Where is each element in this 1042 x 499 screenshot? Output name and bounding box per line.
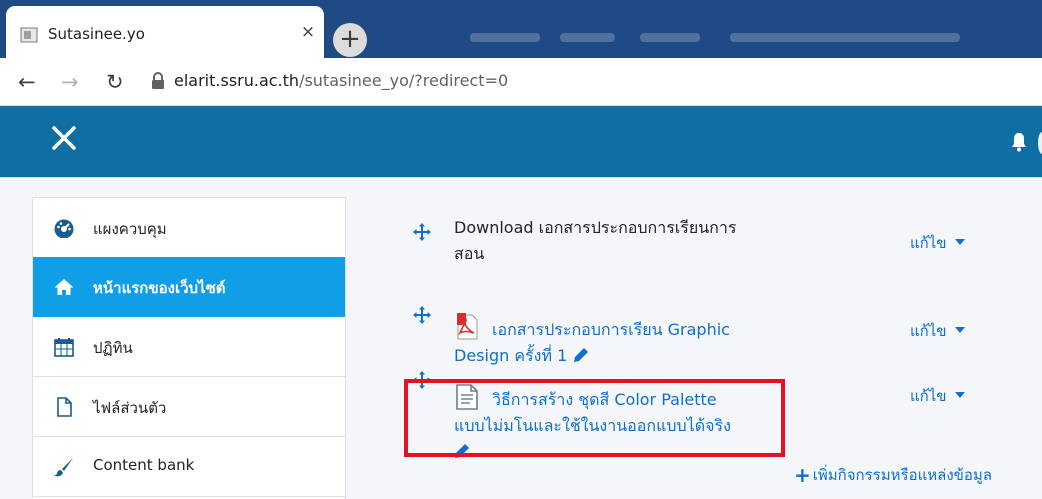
new-tab-button[interactable]: +: [333, 23, 367, 57]
activity-title[interactable]: Download เอกสารประกอบการเรียนการ สอน: [454, 215, 736, 267]
background-blur: [560, 33, 615, 42]
edit-menu[interactable]: แก้ไข: [910, 384, 965, 408]
caret-down-icon: [954, 327, 965, 333]
tab-title: Sutasinee.yo: [48, 25, 145, 43]
site-header: [0, 106, 1042, 177]
nav-label: Content bank: [93, 456, 195, 474]
activity-title-text: เอกสารประกอบการเรียน Graphic: [492, 320, 730, 339]
background-blur: [730, 33, 960, 42]
edit-label: แก้ไข: [910, 234, 947, 252]
brush-icon: [54, 458, 73, 477]
plus-icon: +: [794, 463, 811, 487]
nav-label: ไฟล์ส่วนตัว: [93, 399, 167, 417]
activity-title-text: Design ครั้งที่ 1: [454, 346, 568, 365]
move-icon[interactable]: [412, 305, 432, 325]
caret-down-icon: [954, 239, 965, 245]
edit-menu[interactable]: แก้ไข: [910, 319, 965, 343]
browser-tab[interactable]: Sutasinee.yo ×: [6, 6, 324, 58]
nav-drawer: แผงควบคุม หน้าแรกของเว็บไซต์ ปฏิทิน ไฟล์…: [32, 197, 346, 499]
activity-title-line: สอน: [454, 244, 485, 263]
pdf-icon: [457, 313, 478, 340]
nav-item-calendar[interactable]: ปฏิทิน: [33, 317, 345, 377]
nav-label: หน้าแรกของเว็บไซต์: [93, 279, 226, 297]
activity-title[interactable]: เอกสารประกอบการเรียน Graphic Design ครั้…: [454, 313, 730, 369]
page-favicon-icon: [20, 27, 38, 43]
edit-label: แก้ไข: [910, 387, 947, 405]
divider: [0, 177, 1042, 178]
highlight-annotation: [404, 379, 785, 457]
activity-title-line: Download เอกสารประกอบการเรียนการ: [454, 218, 737, 237]
background-blur: [640, 33, 700, 42]
move-icon[interactable]: [412, 222, 432, 242]
add-activity-label: เพิ่มกิจกรรมหรือแหล่งข้อมูล: [812, 466, 992, 484]
activity-title-line: เอกสารประกอบการเรียน Graphic: [454, 313, 730, 343]
forward-icon[interactable]: →: [61, 70, 79, 94]
nav-item-dashboard[interactable]: แผงควบคุม: [33, 198, 345, 258]
pencil-icon[interactable]: [573, 347, 589, 363]
lock-icon[interactable]: [151, 72, 165, 90]
calendar-icon: [54, 338, 74, 357]
dashboard-icon: [54, 219, 74, 238]
address-bar[interactable]: elarit.ssru.ac.th/sutasinee_yo/?redirect…: [174, 71, 508, 90]
user-avatar-icon[interactable]: [1038, 132, 1042, 154]
browser-window: { "browser": { "tab_title": "Sutasinee.y…: [0, 0, 1042, 499]
browser-toolbar: ← → ↻ elarit.ssru.ac.th/sutasinee_yo/?re…: [0, 58, 1042, 106]
nav-label: ปฏิทิน: [93, 339, 133, 357]
url-host: elarit.ssru.ac.th: [174, 71, 300, 90]
reload-icon[interactable]: ↻: [106, 70, 124, 94]
tab-strip: Sutasinee.yo × +: [0, 0, 1042, 58]
course-content: Download เอกสารประกอบการเรียนการ สอน แก้…: [380, 197, 1042, 499]
edit-label: แก้ไข: [910, 322, 947, 340]
close-drawer-icon[interactable]: [44, 118, 84, 158]
nav-label: แผงควบคุม: [93, 220, 167, 238]
url-path: /sutasinee_yo/?redirect=0: [299, 71, 509, 90]
background-blur: [470, 33, 540, 42]
activity-title-line: Design ครั้งที่ 1: [454, 343, 730, 369]
nav-item-private-files[interactable]: ไฟล์ส่วนตัว: [33, 377, 345, 437]
nav-item-content-bank[interactable]: Content bank: [33, 437, 345, 497]
nav-item-site-home[interactable]: หน้าแรกของเว็บไซต์: [33, 257, 345, 317]
edit-menu[interactable]: แก้ไข: [910, 231, 965, 255]
back-icon[interactable]: ←: [18, 70, 36, 94]
home-icon: [54, 279, 74, 295]
add-activity-link[interactable]: + เพิ่มกิจกรรมหรือแหล่งข้อมูล: [794, 463, 992, 487]
file-icon: [57, 397, 72, 417]
caret-down-icon: [954, 392, 965, 398]
tab-close-icon[interactable]: ×: [296, 20, 320, 44]
page-body: แผงควบคุม หน้าแรกของเว็บไซต์ ปฏิทิน ไฟล์…: [0, 177, 1042, 499]
notification-bell-icon[interactable]: [1010, 132, 1028, 152]
